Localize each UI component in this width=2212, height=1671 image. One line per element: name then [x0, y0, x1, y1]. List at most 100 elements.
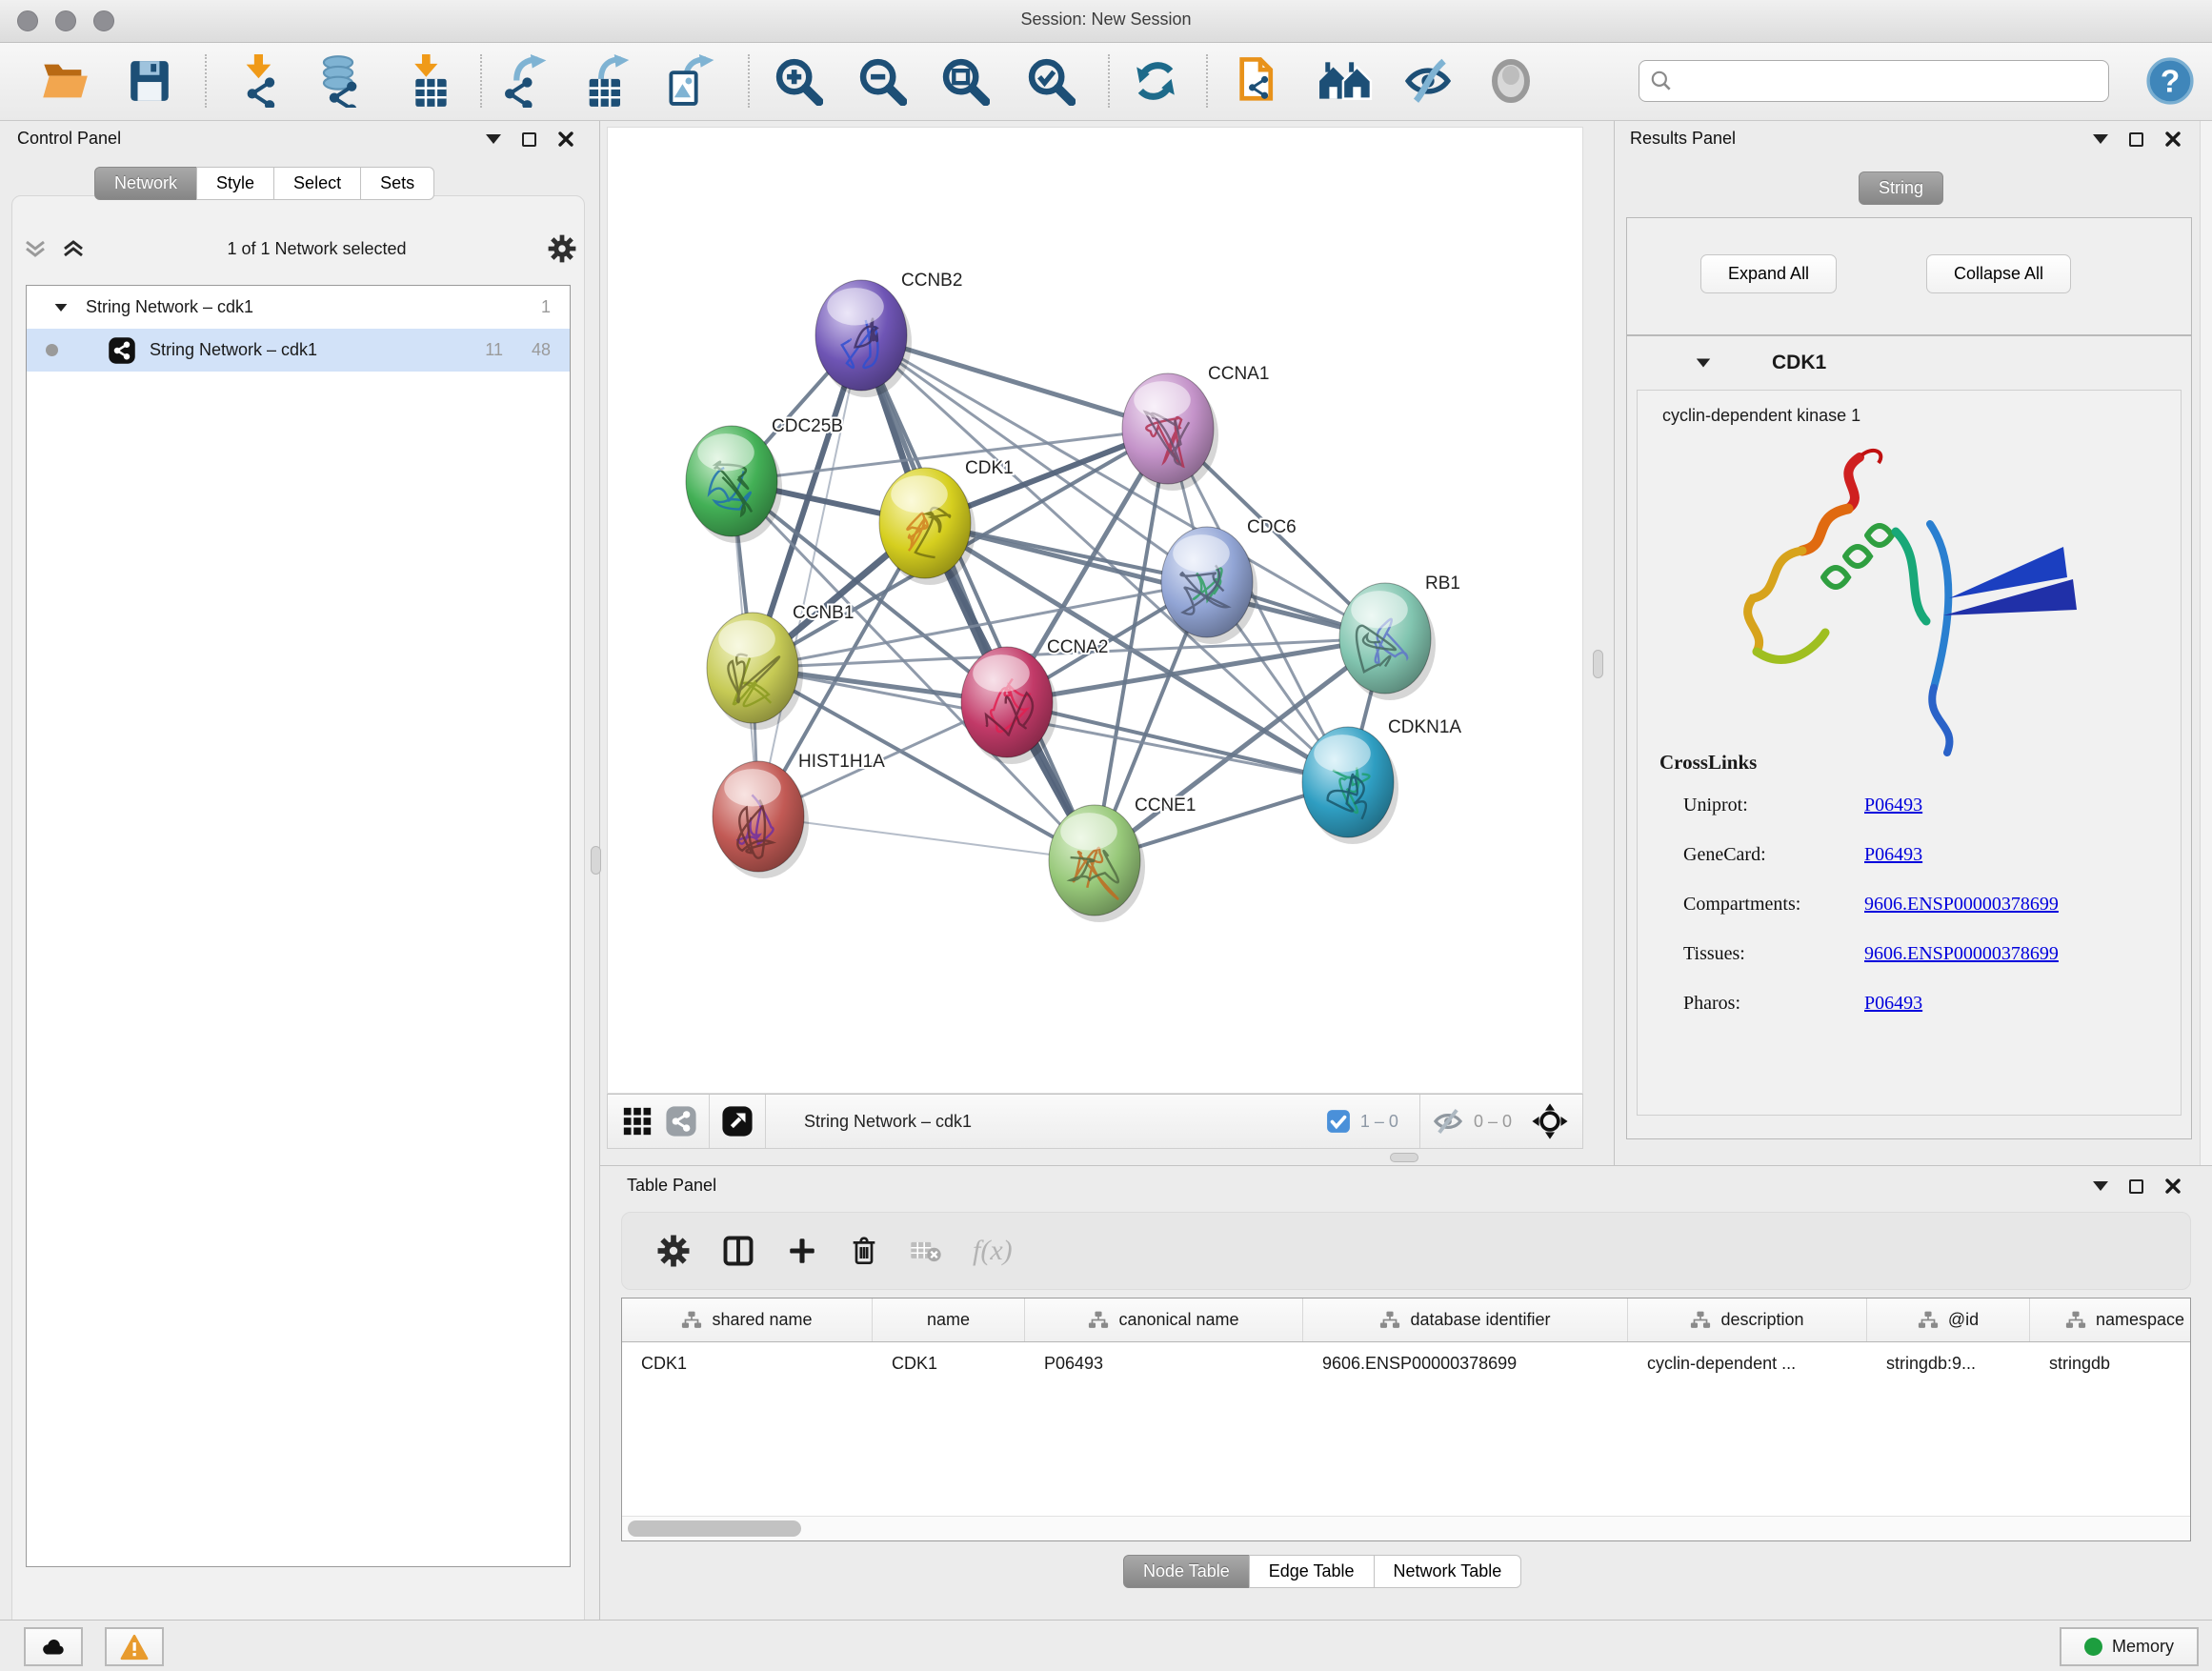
refresh-button[interactable] [1127, 52, 1184, 110]
collection-count: 1 [541, 297, 551, 317]
hidden-eye-icon[interactable] [1432, 1106, 1464, 1137]
memory-label: Memory [2112, 1637, 2174, 1657]
birdseye-view-icon[interactable] [721, 1105, 754, 1137]
fit-content-icon[interactable] [1531, 1102, 1569, 1140]
show-all-button[interactable] [1482, 52, 1539, 110]
float-panel-icon[interactable] [522, 132, 536, 147]
node-RB1[interactable]: RB1 [1339, 574, 1460, 700]
tab-select[interactable]: Select [273, 167, 361, 200]
selected-checkbox-icon[interactable] [1326, 1109, 1351, 1134]
share-document-button[interactable] [1232, 52, 1289, 110]
float-panel-icon[interactable] [2129, 132, 2143, 147]
home-button[interactable] [1317, 52, 1374, 110]
node-CDKN1A[interactable]: CDKN1A [1302, 717, 1461, 844]
node-CCNA1[interactable]: CCNA1 [1122, 364, 1269, 491]
panel-menu-icon[interactable] [2093, 134, 2108, 144]
import-network-database-button[interactable] [310, 52, 367, 110]
crosslink-link[interactable]: 9606.ENSP00000378699 [1864, 894, 2059, 916]
tab-sets[interactable]: Sets [360, 167, 434, 200]
column-header-description[interactable]: description [1628, 1299, 1867, 1341]
close-panel-icon[interactable] [2164, 131, 2182, 148]
tab-string[interactable]: String [1859, 171, 1943, 205]
toolbar-separator [480, 54, 482, 108]
node-CCNB2[interactable]: CCNB2 [815, 271, 962, 397]
hscroll-thumb[interactable] [628, 1520, 801, 1537]
hidden-counts: 0 – 0 [1474, 1112, 1512, 1132]
column-header-canonical-name[interactable]: canonical name [1025, 1299, 1303, 1341]
tab-network-table[interactable]: Network Table [1374, 1555, 1522, 1588]
column-header--id[interactable]: @id [1867, 1299, 2030, 1341]
zoom-fit-button[interactable] [936, 52, 994, 110]
gene-header[interactable]: CDK1 [1627, 336, 2191, 390]
node-CCNE1[interactable]: CCNE1 [1049, 795, 1196, 922]
expand-all-button[interactable]: Expand All [1700, 254, 1837, 293]
export-network-button[interactable] [495, 52, 553, 110]
zoom-out-button[interactable] [854, 52, 911, 110]
column-header-shared-name[interactable]: shared name [622, 1299, 873, 1341]
float-panel-icon[interactable] [2129, 1179, 2143, 1194]
import-network-file-button[interactable] [230, 52, 287, 110]
column-header-namespace[interactable]: namespace [2030, 1299, 2191, 1341]
table-hscrollbar[interactable] [622, 1516, 2190, 1540]
gear-icon[interactable] [548, 234, 576, 263]
import-table-button[interactable] [396, 52, 453, 110]
share-view-icon[interactable] [665, 1105, 697, 1137]
collapse-all-button[interactable]: Collapse All [1926, 254, 2071, 293]
network-collection-row[interactable]: String Network – cdk1 1 [27, 286, 570, 329]
column-header-database-identifier[interactable]: database identifier [1303, 1299, 1628, 1341]
table-toolbar: f(x) [621, 1212, 2191, 1290]
export-table-button[interactable] [578, 52, 635, 110]
delete-button[interactable] [849, 1234, 879, 1268]
bottom-splitter-handle[interactable] [1390, 1153, 1418, 1162]
network-canvas[interactable]: CCNB2CCNA1CDC25BCDK1CDC6RB1CCNB1CCNA2CDK… [607, 127, 1583, 1094]
export-image-button[interactable] [661, 52, 718, 110]
results-panel: Results Panel String Expand All Collapse… [1614, 121, 2212, 1165]
tab-edge-table[interactable]: Edge Table [1249, 1555, 1375, 1588]
edge-CCNA2-CDKN1A[interactable] [1007, 702, 1348, 782]
add-button[interactable] [786, 1235, 818, 1267]
crosslink-link[interactable]: P06493 [1864, 844, 1922, 866]
left-splitter-handle[interactable] [591, 846, 601, 875]
tab-style[interactable]: Style [196, 167, 274, 200]
close-panel-icon[interactable] [557, 131, 574, 148]
collection-expand-icon[interactable] [55, 304, 68, 312]
crosslink-link[interactable]: 9606.ENSP00000378699 [1864, 943, 2059, 965]
open-file-button[interactable] [36, 52, 93, 110]
edge-CCNB2-CCNE1[interactable] [861, 335, 1095, 860]
node-CDC25B[interactable]: CDC25B [686, 416, 843, 543]
column-header-name[interactable]: name [873, 1299, 1025, 1341]
search-input[interactable] [1639, 60, 2109, 102]
save-button[interactable] [121, 52, 178, 110]
crosslink-link[interactable]: P06493 [1864, 993, 1922, 1015]
table-header-row: shared namenamecanonical namedatabase id… [622, 1299, 2190, 1342]
right-splitter-handle[interactable] [1593, 650, 1603, 678]
panel-menu-icon[interactable] [486, 134, 501, 144]
collapse-all-icon[interactable] [23, 237, 48, 260]
cloud-status-button[interactable] [24, 1627, 83, 1666]
warnings-button[interactable] [105, 1627, 164, 1666]
column-type-icon [681, 1311, 702, 1329]
edge-CCNB2-HIST1H1A[interactable] [758, 335, 861, 816]
node-label-RB1: RB1 [1425, 574, 1460, 594]
tab-network[interactable]: Network [94, 167, 197, 200]
crosslink-link[interactable]: P06493 [1864, 795, 1922, 816]
panel-menu-icon[interactable] [2093, 1181, 2108, 1191]
zoom-in-button[interactable] [770, 52, 827, 110]
node-CDC6[interactable]: CDC6 [1161, 517, 1297, 644]
table-row[interactable]: CDK1CDK1P064939606.ENSP00000378699cyclin… [622, 1342, 2190, 1384]
gene-expand-icon[interactable] [1697, 359, 1710, 368]
gear-button[interactable] [656, 1234, 691, 1268]
network-row[interactable]: String Network – cdk1 11 48 [27, 329, 570, 372]
results-scrollbar[interactable] [2200, 121, 2212, 1165]
column-type-icon [1690, 1311, 1711, 1329]
tab-node-table[interactable]: Node Table [1123, 1555, 1250, 1588]
expand-all-icon[interactable] [61, 237, 86, 260]
help-button[interactable]: ? [2142, 52, 2199, 110]
node-HIST1H1A[interactable]: HIST1H1A [713, 752, 885, 878]
columns-button[interactable] [721, 1234, 755, 1268]
hide-selected-button[interactable] [1399, 52, 1457, 110]
zoom-selected-button[interactable] [1022, 52, 1079, 110]
close-panel-icon[interactable] [2164, 1178, 2182, 1195]
memory-button[interactable]: Memory [2060, 1627, 2199, 1666]
grid-view-icon[interactable] [621, 1105, 654, 1137]
